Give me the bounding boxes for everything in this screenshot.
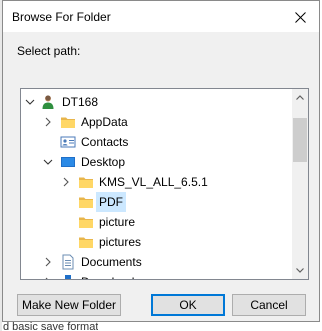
- vertical-scrollbar[interactable]: [292, 89, 308, 279]
- tree-item[interactable]: picture: [21, 212, 293, 232]
- tree-item[interactable]: Desktop: [21, 152, 293, 172]
- tree-item[interactable]: Contacts: [21, 132, 293, 152]
- background-text: d basic save format: [3, 322, 99, 331]
- tree-item-label: DT168: [62, 95, 99, 109]
- scroll-down-button[interactable]: [292, 262, 308, 279]
- tree-item[interactable]: pictures: [21, 232, 293, 252]
- chevron-down-icon: [25, 99, 35, 105]
- expand-toggle[interactable]: [61, 177, 71, 187]
- desktop-icon: [60, 154, 76, 170]
- folder-tree[interactable]: DT168 AppData Contacts Desktop KMS_VL_ALL_6.…: [20, 88, 309, 280]
- tree-item[interactable]: PDF: [21, 192, 293, 212]
- chevron-right-icon: [45, 117, 51, 127]
- tree-item-label: KMS_VL_ALL_6.5.1: [99, 175, 208, 189]
- tree-item-label: Documents: [81, 255, 142, 269]
- close-button[interactable]: [287, 5, 313, 29]
- folder-icon: [78, 234, 94, 250]
- tree-item-label: PDF: [96, 192, 126, 212]
- cancel-button[interactable]: Cancel: [232, 294, 306, 316]
- dialog-title: Browse For Folder: [12, 10, 111, 24]
- expand-toggle[interactable]: [43, 277, 53, 279]
- folder-tree-items: DT168 AppData Contacts Desktop KMS_VL_ALL_6.…: [21, 89, 293, 279]
- tree-item[interactable]: Documents: [21, 252, 293, 272]
- expand-toggle[interactable]: [43, 157, 53, 167]
- chevron-right-icon: [45, 277, 48, 279]
- expand-toggle[interactable]: [43, 257, 53, 267]
- tree-item[interactable]: KMS_VL_ALL_6.5.1: [21, 172, 293, 192]
- folder-icon: [60, 114, 76, 130]
- scroll-thumb[interactable]: [293, 118, 307, 162]
- scroll-up-button[interactable]: [292, 89, 308, 106]
- title-bar[interactable]: Browse For Folder: [3, 1, 319, 32]
- contacts-icon: [60, 134, 76, 150]
- expand-toggle[interactable]: [25, 97, 35, 107]
- tree-item-label: Contacts: [81, 135, 129, 149]
- folder-icon: [78, 214, 94, 230]
- tree-item[interactable]: AppData: [21, 112, 293, 132]
- tree-item-label: pictures: [99, 235, 142, 249]
- expand-toggle[interactable]: [43, 117, 53, 127]
- tree-item-label: Desktop: [81, 155, 126, 169]
- chevron-down-icon: [43, 159, 53, 165]
- tree-item[interactable]: Downloads: [21, 272, 293, 279]
- tree-item-label: AppData: [81, 115, 128, 129]
- folder-icon: [78, 174, 94, 190]
- tree-item-label: picture: [99, 215, 136, 229]
- chevron-right-icon: [45, 257, 51, 267]
- folder-icon: [78, 194, 94, 210]
- ok-button[interactable]: OK: [151, 294, 225, 316]
- chevron-right-icon: [63, 177, 69, 187]
- documents-icon: [60, 254, 76, 270]
- tree-item-label: Downloads: [78, 272, 143, 279]
- prompt-text: Select path:: [17, 44, 81, 58]
- downloads-icon: [60, 274, 76, 279]
- chevron-down-icon: [296, 268, 304, 273]
- make-new-folder-button[interactable]: Make New Folder: [17, 294, 121, 316]
- browse-folder-dialog: Browse For Folder Select path: DT168 AppD…: [2, 0, 320, 322]
- chevron-up-icon: [296, 95, 304, 100]
- close-icon: [294, 11, 306, 23]
- user-icon: [40, 94, 56, 110]
- tree-item[interactable]: DT168: [21, 92, 293, 112]
